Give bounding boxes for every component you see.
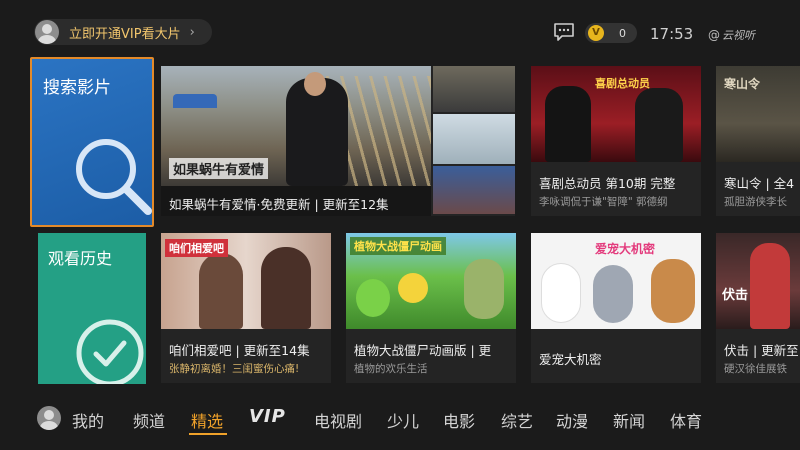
comedy-card[interactable]: 喜剧总动员 喜剧总动员 第10期 完整 李咏调侃于谦"智障" 郭德纲: [531, 66, 701, 216]
coin-icon: V: [588, 25, 604, 41]
nav-kids[interactable]: 少儿: [387, 408, 419, 432]
pets-caption: 爱宠大机密: [539, 352, 602, 367]
hanshanling-poster: 寒山令: [716, 66, 800, 162]
vip-upgrade-label: 立即开通VIP看大片: [69, 26, 181, 42]
nav-anime[interactable]: 动漫: [556, 408, 588, 432]
brand-label: 云视听: [722, 29, 755, 42]
poster-plant: [356, 279, 390, 317]
nav-movies[interactable]: 电影: [443, 408, 475, 432]
featured-caption: 如果蜗牛有爱情·免费更新 | 更新至12集: [169, 197, 389, 212]
comedy-caption: 喜剧总动员 第10期 完整: [539, 176, 676, 191]
xiangai-poster-title: 咱们相爱吧: [165, 239, 228, 257]
plants-card[interactable]: 植物大战僵尸动画 植物大战僵尸动画版 | 更 植物的欢乐生活: [346, 233, 516, 383]
hanshanling-caption: 寒山令 | 全4: [724, 176, 795, 191]
coin-count: 0: [619, 26, 626, 40]
hanshanling-subcaption: 孤胆游侠李长: [724, 196, 787, 208]
comedy-subcaption: 李咏调侃于谦"智障" 郭德纲: [539, 196, 668, 208]
search-tile-label: 搜索影片: [43, 78, 111, 98]
plants-poster-title: 植物大战僵尸动画: [350, 237, 446, 255]
fuji-subcaption: 硬汉徐佳展铁: [724, 363, 787, 375]
poster-pet: [651, 259, 695, 323]
brand-logo: @ 云视听: [708, 27, 755, 43]
poster-figure: [545, 86, 591, 162]
fuji-poster: 伏击: [716, 233, 800, 329]
xiangai-caption: 咱们相爱吧 | 更新至14集: [169, 343, 310, 358]
featured-side-thumb-2: [433, 114, 515, 164]
vip-upgrade-button[interactable]: 立即开通VIP看大片 ›: [34, 19, 212, 45]
history-tile-label: 观看历史: [48, 249, 113, 268]
clock: 17:53: [650, 25, 694, 43]
featured-side-thumb-3: [433, 166, 515, 214]
comedy-poster-title: 喜剧总动员: [595, 77, 650, 90]
coin-balance[interactable]: V 0: [585, 23, 637, 43]
pets-poster: 爱宠大机密: [531, 233, 701, 329]
history-tile[interactable]: 观看历史: [38, 233, 146, 384]
poster-figure: [261, 247, 311, 329]
plants-poster: 植物大战僵尸动画: [346, 233, 516, 329]
search-tile[interactable]: 搜索影片: [30, 57, 154, 227]
poster-zombie: [464, 259, 504, 319]
nav-vip[interactable]: VIP: [249, 406, 286, 427]
xiangai-poster: 咱们相爱吧: [161, 233, 331, 329]
plants-caption: 植物大战僵尸动画版 | 更: [354, 343, 492, 358]
user-avatar: [35, 20, 59, 44]
hanshanling-card[interactable]: 寒山令 寒山令 | 全4 孤胆游侠李长: [716, 66, 800, 216]
fuji-caption: 伏击 | 更新至: [724, 343, 799, 358]
nav-channels[interactable]: 频道: [133, 408, 165, 432]
fuji-card[interactable]: 伏击 伏击 | 更新至 硬汉徐佳展铁: [716, 233, 800, 383]
poster-tent: [173, 94, 217, 108]
nav-sports[interactable]: 体育: [670, 408, 702, 432]
poster-pet: [593, 265, 633, 323]
xiangai-card[interactable]: 咱们相爱吧 咱们相爱吧 | 更新至14集 张静初离婚！三闺蜜伤心痛!: [161, 233, 331, 383]
nav-news[interactable]: 新闻: [613, 408, 645, 432]
fuji-poster-title: 伏击: [722, 288, 749, 303]
nav-featured[interactable]: 精选: [191, 408, 223, 432]
featured-poster-title: 如果蜗牛有爱情: [169, 158, 269, 179]
nav-tv-series[interactable]: 电视剧: [314, 408, 362, 432]
nav-variety[interactable]: 综艺: [501, 408, 533, 432]
plants-subcaption: 植物的欢乐生活: [354, 363, 428, 375]
profile-avatar[interactable]: [37, 406, 61, 430]
poster-figure-head: [304, 72, 326, 96]
comedy-poster: 喜剧总动员: [531, 66, 701, 162]
poster-figure: [635, 88, 683, 162]
pets-poster-title: 爱宠大机密: [595, 242, 656, 256]
poster-pet: [541, 263, 581, 323]
brand-icon: @: [708, 28, 720, 42]
xiangai-subcaption: 张静初离婚！三闺蜜伤心痛!: [169, 363, 300, 375]
poster-plant: [398, 273, 428, 303]
poster-figure: [750, 243, 790, 329]
magnifier-icon: [76, 139, 152, 215]
message-icon[interactable]: [553, 23, 575, 41]
featured-side-thumb-1: [433, 66, 515, 112]
pets-card[interactable]: 爱宠大机密 爱宠大机密: [531, 233, 701, 383]
active-tab-indicator: [189, 433, 227, 435]
featured-poster: 如果蜗牛有爱情: [161, 66, 431, 186]
hanshanling-poster-title: 寒山令: [724, 77, 761, 91]
chevron-right-icon: ›: [189, 24, 195, 40]
nav-my[interactable]: 我的: [72, 408, 104, 432]
checkmark-icon: [76, 319, 144, 384]
featured-card[interactable]: 如果蜗牛有爱情 如果蜗牛有爱情·免费更新 | 更新至12集: [161, 66, 515, 216]
poster-figure: [199, 253, 243, 329]
